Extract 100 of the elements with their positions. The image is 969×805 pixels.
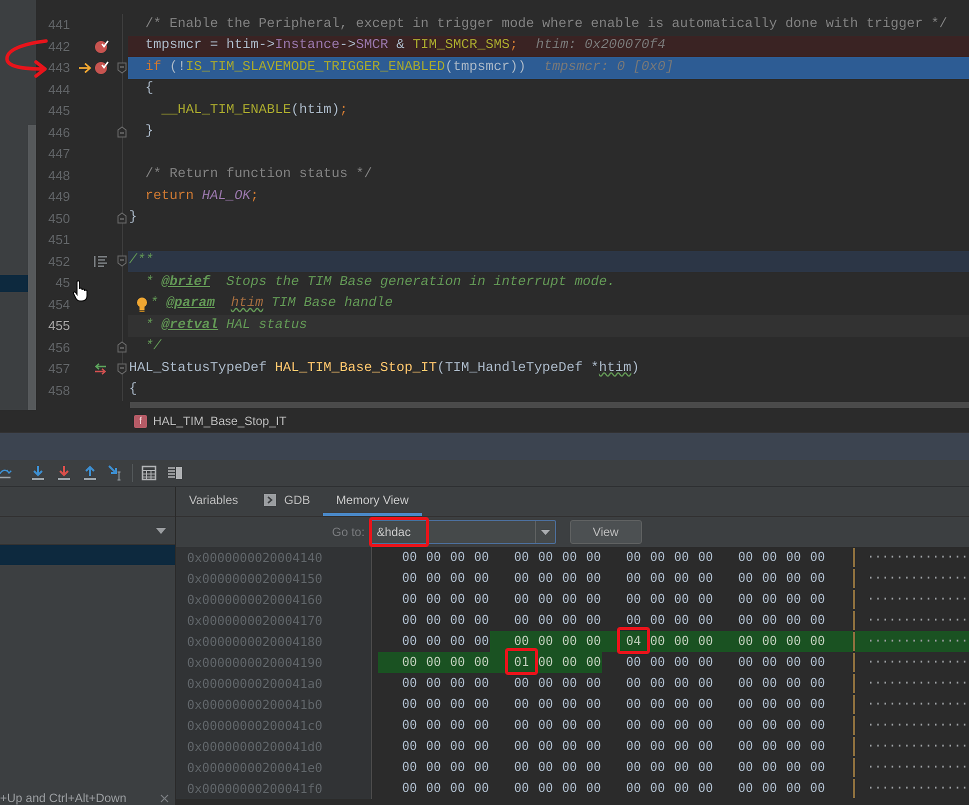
breakpoint-icon[interactable] (94, 60, 109, 76)
step-out-icon[interactable] (82, 465, 98, 481)
memory-byte: 00 (786, 549, 802, 564)
memory-byte: 00 (538, 654, 554, 670)
memory-byte: 00 (786, 717, 802, 732)
columns-icon[interactable] (167, 465, 183, 481)
line-number: 446 (47, 124, 70, 142)
memory-byte: 00 (674, 654, 690, 670)
memory-byte: 00 (698, 549, 714, 564)
memory-byte: 00 (674, 633, 690, 648)
memory-byte: 00 (786, 738, 802, 754)
memory-byte: 00 (514, 696, 530, 712)
memory-byte: 00 (586, 633, 602, 648)
memory-byte: 00 (426, 759, 442, 774)
reader-mode-icon[interactable] (94, 256, 107, 267)
memory-byte: 00 (586, 612, 602, 628)
close-icon[interactable] (160, 794, 169, 803)
memory-byte: 00 (426, 570, 442, 586)
memory-byte: 00 (474, 780, 490, 796)
panel-tab[interactable]: GDB (251, 487, 324, 516)
memory-byte: 00 (562, 633, 578, 648)
memory-byte: 00 (762, 738, 778, 754)
code-line: * @retval HAL status (144, 316, 308, 335)
code-line: /* Enable the Peripheral, except in trigger mode where enable is automatically done with trigger */ (144, 16, 948, 34)
force-step-into-icon[interactable] (56, 465, 72, 481)
fold-marker-icon[interactable] (117, 255, 127, 268)
fold-marker-icon[interactable] (117, 212, 127, 224)
code-line: { (129, 381, 138, 400)
line-number: 454 (47, 296, 70, 314)
memory-byte: 00 (762, 696, 778, 712)
step-into-icon[interactable] (30, 465, 46, 481)
scrollbar-thumb[interactable] (28, 125, 36, 410)
memory-byte: 00 (514, 570, 530, 586)
memory-byte: 00 (674, 549, 690, 564)
memory-byte: 00 (474, 612, 490, 628)
memory-byte: 00 (626, 759, 642, 774)
memory-byte: 00 (562, 738, 578, 754)
line-number: 447 (47, 145, 70, 163)
memory-byte: 00 (538, 780, 554, 796)
fold-marker-icon[interactable] (117, 341, 127, 354)
memory-byte: 00 (586, 570, 602, 586)
horizontal-scrollbar[interactable] (130, 402, 969, 408)
memory-byte: 00 (762, 591, 778, 606)
memory-byte: 00 (810, 696, 826, 712)
memory-byte: 00 (786, 570, 802, 586)
fold-marker-icon[interactable] (117, 126, 127, 138)
hand-cursor-icon (72, 280, 90, 302)
memory-byte: 00 (474, 675, 490, 690)
memory-byte: 00 (402, 633, 418, 648)
memory-byte: 00 (514, 780, 530, 796)
hint-text: +Up and Ctrl+Alt+Down (0, 791, 126, 805)
memory-byte: 00 (402, 717, 418, 732)
breakpoint-icon[interactable] (94, 38, 109, 54)
memory-byte: 00 (738, 633, 754, 648)
memory-byte: 00 (426, 549, 442, 564)
memory-byte: 00 (514, 717, 530, 732)
memory-byte: 00 (562, 570, 578, 586)
memory-byte: 00 (810, 654, 826, 670)
memory-byte: 00 (698, 780, 714, 796)
memory-byte: 00 (738, 549, 754, 564)
memory-byte: 00 (426, 633, 442, 648)
goto-field[interactable]: &hdac (370, 520, 556, 544)
ascii-text: ·············· (867, 653, 968, 672)
memory-byte: 00 (762, 633, 778, 648)
table-icon[interactable] (141, 465, 157, 481)
memory-byte: 00 (674, 696, 690, 712)
line-number: 452 (47, 252, 70, 270)
memory-byte: 00 (738, 717, 754, 732)
memory-byte: 00 (426, 675, 442, 690)
memory-byte: 00 (474, 696, 490, 712)
memory-byte: 00 (698, 570, 714, 586)
line-number: 448 (47, 166, 70, 184)
line-number: 45 (54, 274, 70, 292)
memory-byte: 00 (626, 570, 642, 586)
memory-byte: 00 (626, 654, 642, 670)
memory-byte: 00 (586, 738, 602, 754)
memory-byte: 00 (786, 633, 802, 648)
swap-arrows-icon[interactable] (94, 362, 107, 375)
memory-byte: 01 (514, 654, 530, 670)
lightbulb-icon[interactable] (136, 296, 148, 312)
code-line: { (144, 80, 154, 98)
fold-marker-icon[interactable] (117, 362, 127, 375)
code-line: * @param htim TIM Base handle (150, 295, 393, 314)
memory-byte: 00 (786, 654, 802, 670)
memory-byte: 00 (650, 780, 666, 796)
memory-byte: 00 (426, 591, 442, 606)
memory-byte: 00 (562, 612, 578, 628)
memory-byte: 00 (626, 675, 642, 690)
memory-byte: 00 (450, 738, 466, 754)
breadcrumb-item[interactable]: HAL_TIM_Base_Stop_IT (153, 412, 286, 430)
memory-byte: 00 (538, 612, 554, 628)
memory-byte: 00 (586, 675, 602, 690)
fold-marker-icon[interactable] (117, 62, 127, 74)
dropdown-arrow-icon[interactable] (540, 530, 550, 534)
line-number: 450 (47, 210, 70, 228)
panel-tab[interactable]: Variables (176, 487, 252, 516)
goto-label: Go to: (332, 524, 365, 541)
memory-byte: 00 (514, 549, 530, 564)
view-button[interactable]: View (570, 520, 642, 544)
memory-byte: 00 (450, 696, 466, 712)
